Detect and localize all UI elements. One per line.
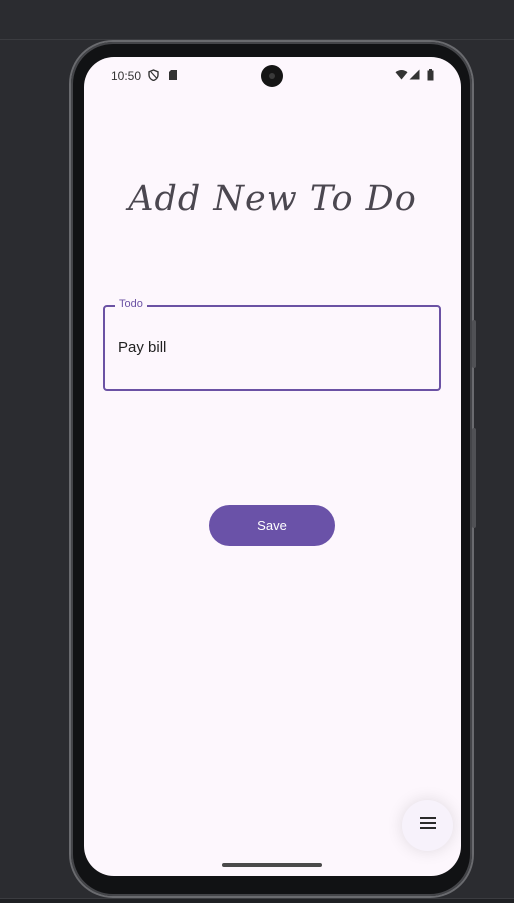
battery-icon	[427, 69, 434, 84]
sim-card-icon	[168, 69, 178, 84]
wifi-icon	[395, 69, 408, 83]
shield-icon	[148, 69, 159, 84]
front-camera	[261, 65, 283, 87]
todo-field-label: Todo	[115, 298, 147, 310]
emulator-bottom-edge	[0, 898, 514, 903]
menu-icon	[419, 816, 437, 835]
menu-fab[interactable]	[402, 800, 453, 851]
todo-field[interactable]: Todo Pay bill	[103, 298, 441, 391]
signal-icon	[409, 69, 420, 83]
power-button	[472, 320, 476, 368]
save-button[interactable]: Save	[209, 505, 335, 546]
status-time: 10:50	[111, 69, 142, 83]
volume-button	[472, 428, 476, 528]
status-bar: 10:50	[84, 57, 461, 95]
page-title: Add New To Do	[128, 179, 417, 219]
gesture-nav-handle[interactable]	[222, 863, 322, 867]
todo-input[interactable]: Pay bill	[118, 339, 166, 356]
emulator-top-bar	[0, 0, 514, 40]
app-screen: 10:50 Add New To Do Todo Pay bill Save	[84, 57, 461, 876]
